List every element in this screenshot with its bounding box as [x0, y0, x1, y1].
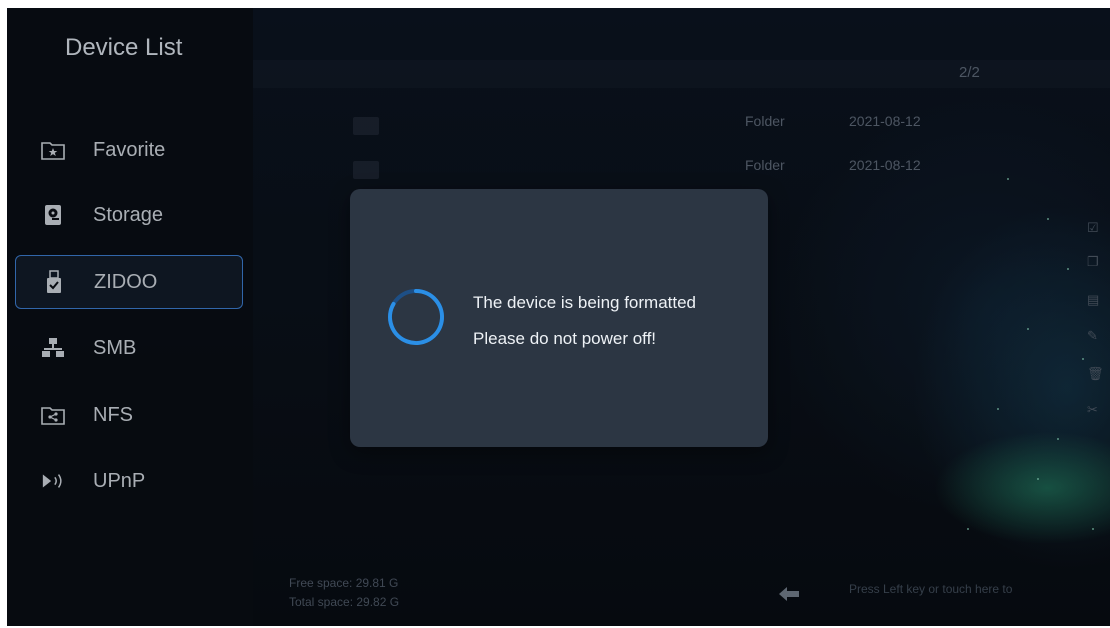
loading-spinner-icon — [388, 289, 445, 345]
dialog-message: The device is being formatted — [473, 293, 697, 312]
format-progress-dialog: The device is being formatted Please do … — [350, 189, 768, 447]
dialog-warning: Please do not power off! — [473, 329, 657, 348]
file-manager-screen: 2/2 Folder 2021-08-12 Folder 2021-08-12 … — [7, 8, 1110, 626]
